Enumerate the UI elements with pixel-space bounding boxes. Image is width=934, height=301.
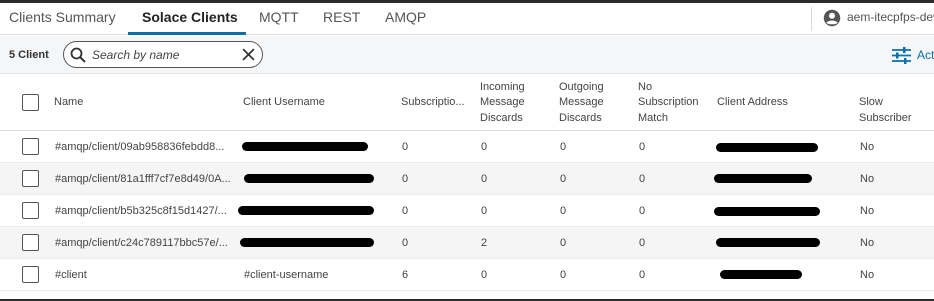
subscriptions-value: 6 [402,269,409,281]
slow-subscriber-value: No [860,237,875,249]
app-window: Clients Summary Solace Clients MQTT REST… [0,3,934,299]
header-line: Discards [559,111,602,124]
client-name[interactable]: #amqp/client/c24c789117bbc57e/... [55,227,235,259]
filter-settings-icon[interactable] [892,47,911,64]
redacted-address [714,207,820,216]
search-input[interactable] [92,45,237,64]
client-name[interactable]: #amqp/client/b5b325c8f15d1427/... [55,195,235,227]
redacted-address [716,143,818,152]
outgoing-discards-value: 0 [560,269,567,281]
no-subscription-match-value: 0 [639,173,646,185]
tab-amqp[interactable]: AMQP [385,3,426,35]
table-toolbar: 5 Client Act [0,36,934,74]
redacted-username [244,174,374,183]
table-header: Name Client Username Subscriptio... Inco… [0,75,934,131]
client-count: 5 Client [9,49,49,61]
tab-divider [811,7,812,31]
account-circle-icon[interactable] [823,9,841,27]
column-header-incoming-discards[interactable]: Incoming Message Discards [480,75,525,131]
tab-clients-summary[interactable]: Clients Summary [9,3,116,35]
no-subscription-match-value: 0 [639,269,646,281]
outgoing-discards-value: 0 [560,173,567,185]
slow-subscriber-value: No [860,141,875,153]
row-checkbox[interactable] [22,138,39,155]
header-line: Message [480,96,525,109]
outgoing-discards-value: 0 [560,205,567,217]
outgoing-discards-value: 0 [560,141,567,153]
row-checkbox[interactable] [22,234,39,251]
header-line: Subscriber [859,111,912,124]
search-icon [70,47,86,63]
no-subscription-match-value: 0 [639,141,646,153]
close-icon[interactable] [242,48,255,61]
incoming-discards-value: 0 [481,205,488,217]
active-tab-indicator [128,32,246,35]
subscriptions-value: 0 [402,173,409,185]
select-all-checkbox[interactable] [22,94,39,111]
redacted-username [240,238,374,247]
column-header-slow-subscriber[interactable]: Slow Subscriber [859,75,912,131]
table-row[interactable]: #amqp/client/c24c789117bbc57e/... 0 2 0 … [0,227,934,259]
row-checkbox[interactable] [22,266,39,283]
no-subscription-match-value: 0 [639,237,646,249]
no-subscription-match-value: 0 [639,205,646,217]
client-name[interactable]: #amqp/client/81a1fff7cf7e8d49/0A... [55,163,235,195]
header-line: Outgoing [559,80,604,93]
user-label[interactable]: aem-itecpfps-dev [847,3,934,32]
header-line: Subscription [638,96,699,109]
header-line: Discards [480,111,523,124]
incoming-discards-value: 2 [481,237,488,249]
tab-solace-clients[interactable]: Solace Clients [142,3,238,35]
header-line: Slow [859,96,883,108]
column-header-client-address[interactable]: Client Address [717,75,788,131]
slow-subscriber-value: No [860,269,875,281]
header-line: Message [559,96,604,109]
row-checkbox[interactable] [22,170,39,187]
outgoing-discards-value: 0 [560,237,567,249]
redacted-username [238,206,374,215]
table-row[interactable]: #client #client-username 6 0 0 0 No [0,259,934,291]
tab-mqtt[interactable]: MQTT [259,3,299,35]
redacted-address [716,238,820,247]
column-header-outgoing-discards[interactable]: Outgoing Message Discards [559,75,604,131]
subscriptions-value: 0 [402,205,409,217]
incoming-discards-value: 0 [481,173,488,185]
subscriptions-value: 0 [402,141,409,153]
client-name[interactable]: #client [55,259,235,291]
header-line: No [638,80,653,93]
slow-subscriber-value: No [860,173,875,185]
table-row[interactable]: #amqp/client/09ab958836febdd8... 0 0 0 0… [0,131,934,163]
column-header-no-subscription-match[interactable]: No Subscription Match [638,75,699,131]
redacted-username [242,142,368,151]
column-header-subscriptions[interactable]: Subscriptio... [401,75,465,131]
incoming-discards-value: 0 [481,269,488,281]
column-header-client-username[interactable]: Client Username [243,75,325,131]
slow-subscriber-value: No [860,205,875,217]
redacted-address [714,174,812,183]
client-username: #client-username [244,269,329,281]
table-row[interactable]: #amqp/client/b5b325c8f15d1427/... 0 0 0 … [0,195,934,227]
redacted-address [720,270,802,279]
header-line: Match [638,111,668,124]
tab-rest[interactable]: REST [323,3,360,35]
subscriptions-value: 0 [402,237,409,249]
incoming-discards-value: 0 [481,141,488,153]
table-row[interactable]: #amqp/client/81a1fff7cf7e8d49/0A... 0 0 … [0,163,934,195]
client-name[interactable]: #amqp/client/09ab958836febdd8... [55,131,235,163]
row-checkbox[interactable] [22,202,39,219]
search-box [63,41,263,68]
column-header-name[interactable]: Name [54,75,83,131]
header-line: Incoming [480,80,525,93]
tab-bar: Clients Summary Solace Clients MQTT REST… [0,3,934,35]
actions-button[interactable]: Act [917,36,934,74]
